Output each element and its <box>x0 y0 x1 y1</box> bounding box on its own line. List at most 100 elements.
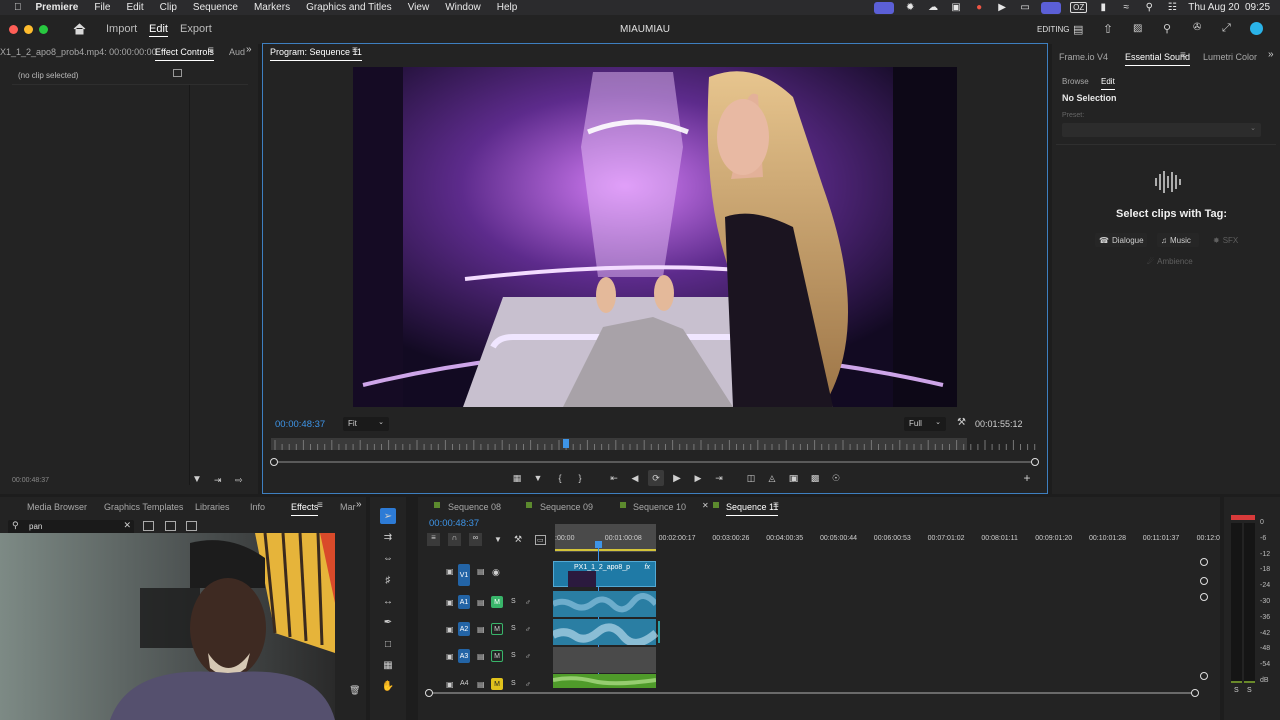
subtab-edit[interactable]: Edit <box>1101 77 1115 90</box>
track-lock-icon[interactable]: ▣ <box>446 598 454 607</box>
video-scroll-handle-top[interactable] <box>1200 558 1208 566</box>
track-target-a1[interactable]: A1 <box>458 595 470 609</box>
microphone-icon[interactable]: ♂ <box>525 625 531 634</box>
window-close-button[interactable] <box>9 25 18 34</box>
wifi-icon[interactable]: ≈ <box>1119 2 1133 13</box>
razor-tool[interactable]: ♯ <box>380 572 396 588</box>
toggle-timeline-icon[interactable] <box>173 69 182 77</box>
track-target-a3[interactable]: A3 <box>458 649 470 663</box>
tab-markers[interactable]: Mar <box>340 502 356 512</box>
screen-record-icon[interactable] <box>874 1 895 14</box>
timeline-timecode[interactable]: 00:00:48:37 <box>429 518 479 529</box>
rectangle-tool[interactable]: □ <box>380 636 396 652</box>
add-marker-icon[interactable]: ▼ <box>532 472 544 484</box>
menu-sequence[interactable]: Sequence <box>193 2 238 13</box>
panel-overflow-icon[interactable]: » <box>1268 49 1274 60</box>
quality-dropdown[interactable]: Full ⌄ <box>904 417 946 431</box>
program-menu-icon[interactable]: ≡ <box>352 45 358 56</box>
add-marker-icon[interactable]: ▼ <box>494 535 502 544</box>
track-solo-button[interactable]: S <box>511 625 516 632</box>
loop-playback-button[interactable]: ⟳ <box>648 470 664 486</box>
insert-icon[interactable]: ◫ <box>745 472 757 484</box>
snap-icon[interactable]: ∩ <box>448 533 461 546</box>
home-icon[interactable] <box>73 23 86 35</box>
track-target-v1[interactable]: V1 <box>458 564 470 586</box>
notifications-icon[interactable]: ✇ <box>1193 22 1201 33</box>
program-timecode[interactable]: 00:00:48:37 <box>275 419 325 430</box>
control-center-icon[interactable]: ☷ <box>1165 2 1179 13</box>
tab-frameio[interactable]: Frame.io V4 <box>1059 52 1108 62</box>
menu-graphics[interactable]: Graphics and Titles <box>306 2 392 13</box>
audio-clip-a2[interactable] <box>553 619 666 645</box>
add-button-icon[interactable]: + <box>1021 471 1033 485</box>
share-icon[interactable]: ⇧ <box>1103 22 1113 36</box>
track-lock-icon[interactable]: ▣ <box>446 680 454 689</box>
track-sync-icon[interactable]: ▤ <box>477 625 485 634</box>
timeline-scroll-left-handle[interactable] <box>425 689 433 697</box>
menu-window[interactable]: Window <box>445 2 481 13</box>
tab-info[interactable]: Info <box>250 502 265 512</box>
program-video-frame[interactable] <box>353 67 957 407</box>
audio-clip-a1[interactable] <box>553 591 656 617</box>
tab-media-browser[interactable]: Media Browser <box>27 502 87 512</box>
menu-view[interactable]: View <box>408 2 430 13</box>
export-frame-icon[interactable]: ▣ <box>788 472 800 484</box>
microphone-icon[interactable]: ♂ <box>525 680 531 689</box>
linked-selection-icon[interactable]: ∞ <box>469 533 482 546</box>
close-tab-icon[interactable]: ✕ <box>702 501 709 510</box>
menu-help[interactable]: Help <box>497 2 518 13</box>
step-back-icon[interactable]: ◀ <box>629 472 641 484</box>
battery-icon[interactable]: ▮ <box>1096 2 1110 13</box>
track-lock-icon[interactable]: ▣ <box>446 567 454 576</box>
tab-sequence-09[interactable]: Sequence 09 <box>540 502 593 512</box>
track-mute-button[interactable]: M <box>491 623 503 635</box>
tab-sequence-08[interactable]: Sequence 08 <box>448 502 501 512</box>
timeline-playhead[interactable] <box>595 541 602 548</box>
quick-export-icon[interactable]: ▨ <box>1133 23 1142 34</box>
subtab-browse[interactable]: Browse <box>1062 77 1089 86</box>
go-to-out-icon[interactable]: ⇥ <box>713 472 725 484</box>
spotlight-search-icon[interactable]: ⚲ <box>1142 2 1156 13</box>
cloud-sync-icon[interactable]: ☁ <box>926 2 940 13</box>
program-playhead[interactable] <box>563 439 570 448</box>
meter-solo-right[interactable]: S <box>1247 687 1252 694</box>
track-solo-button[interactable]: S <box>511 652 516 659</box>
tab-lumetri-color[interactable]: Lumetri Color <box>1203 52 1257 62</box>
timeline-ruler[interactable]: :00:00 00:01:00:08 00:02:00:17 00:03:00:26 0… <box>555 533 1220 553</box>
window-minimize-button[interactable] <box>24 25 33 34</box>
nav-edit[interactable]: Edit <box>149 23 168 37</box>
nav-import[interactable]: Import <box>106 23 137 35</box>
tag-ambience-button[interactable]: ☄ Ambience <box>1143 254 1199 268</box>
multicam-icon[interactable]: ▩ <box>809 472 821 484</box>
panel-menu-icon[interactable]: ≡ <box>317 500 323 511</box>
track-mute-button[interactable]: M <box>491 650 503 662</box>
tab-sequence-11[interactable]: Sequence 11 <box>726 502 779 516</box>
nav-export[interactable]: Export <box>180 23 212 35</box>
captions-icon[interactable]: ▭ <box>535 535 546 545</box>
accelerated-effects-icon[interactable] <box>143 521 154 531</box>
go-to-in-icon[interactable]: ⇤ <box>608 472 620 484</box>
track-mute-button[interactable]: M <box>491 596 503 608</box>
audio-clip-a3[interactable] <box>553 647 656 673</box>
menu-clip[interactable]: Clip <box>160 2 177 13</box>
track-sync-icon[interactable]: ▤ <box>477 680 485 689</box>
play-circle-icon[interactable]: ▶ <box>995 2 1009 13</box>
clear-search-icon[interactable]: ✕ <box>123 520 131 531</box>
tab-graphics-templates[interactable]: Graphics Templates <box>104 502 183 512</box>
delete-icon[interactable]: 🗑 <box>349 685 360 696</box>
timeline-scrollbar[interactable] <box>431 692 1195 694</box>
pen-tool[interactable]: ✒ <box>380 614 396 630</box>
track-sync-icon[interactable]: ▤ <box>477 652 485 661</box>
tag-music-button[interactable]: ♫ Music <box>1157 233 1199 247</box>
settings-wrench-icon[interactable]: ⚒ <box>957 417 966 428</box>
extract-icon[interactable]: ▦ <box>511 472 523 484</box>
play-button[interactable]: ▶ <box>671 472 683 484</box>
track-select-tool[interactable]: ⇉ <box>380 529 396 545</box>
selection-tool[interactable]: ➢ <box>380 508 396 524</box>
tab-sequence-10[interactable]: Sequence 10 <box>633 502 686 512</box>
brightness-icon[interactable]: ✹ <box>903 2 917 13</box>
fit-dropdown[interactable]: Fit ⌄ <box>343 417 389 431</box>
video-scroll-handle-bottom[interactable] <box>1200 577 1208 585</box>
search-help-icon[interactable]: ⚲ <box>1163 22 1171 35</box>
step-forward-icon[interactable]: ▶ <box>692 472 704 484</box>
